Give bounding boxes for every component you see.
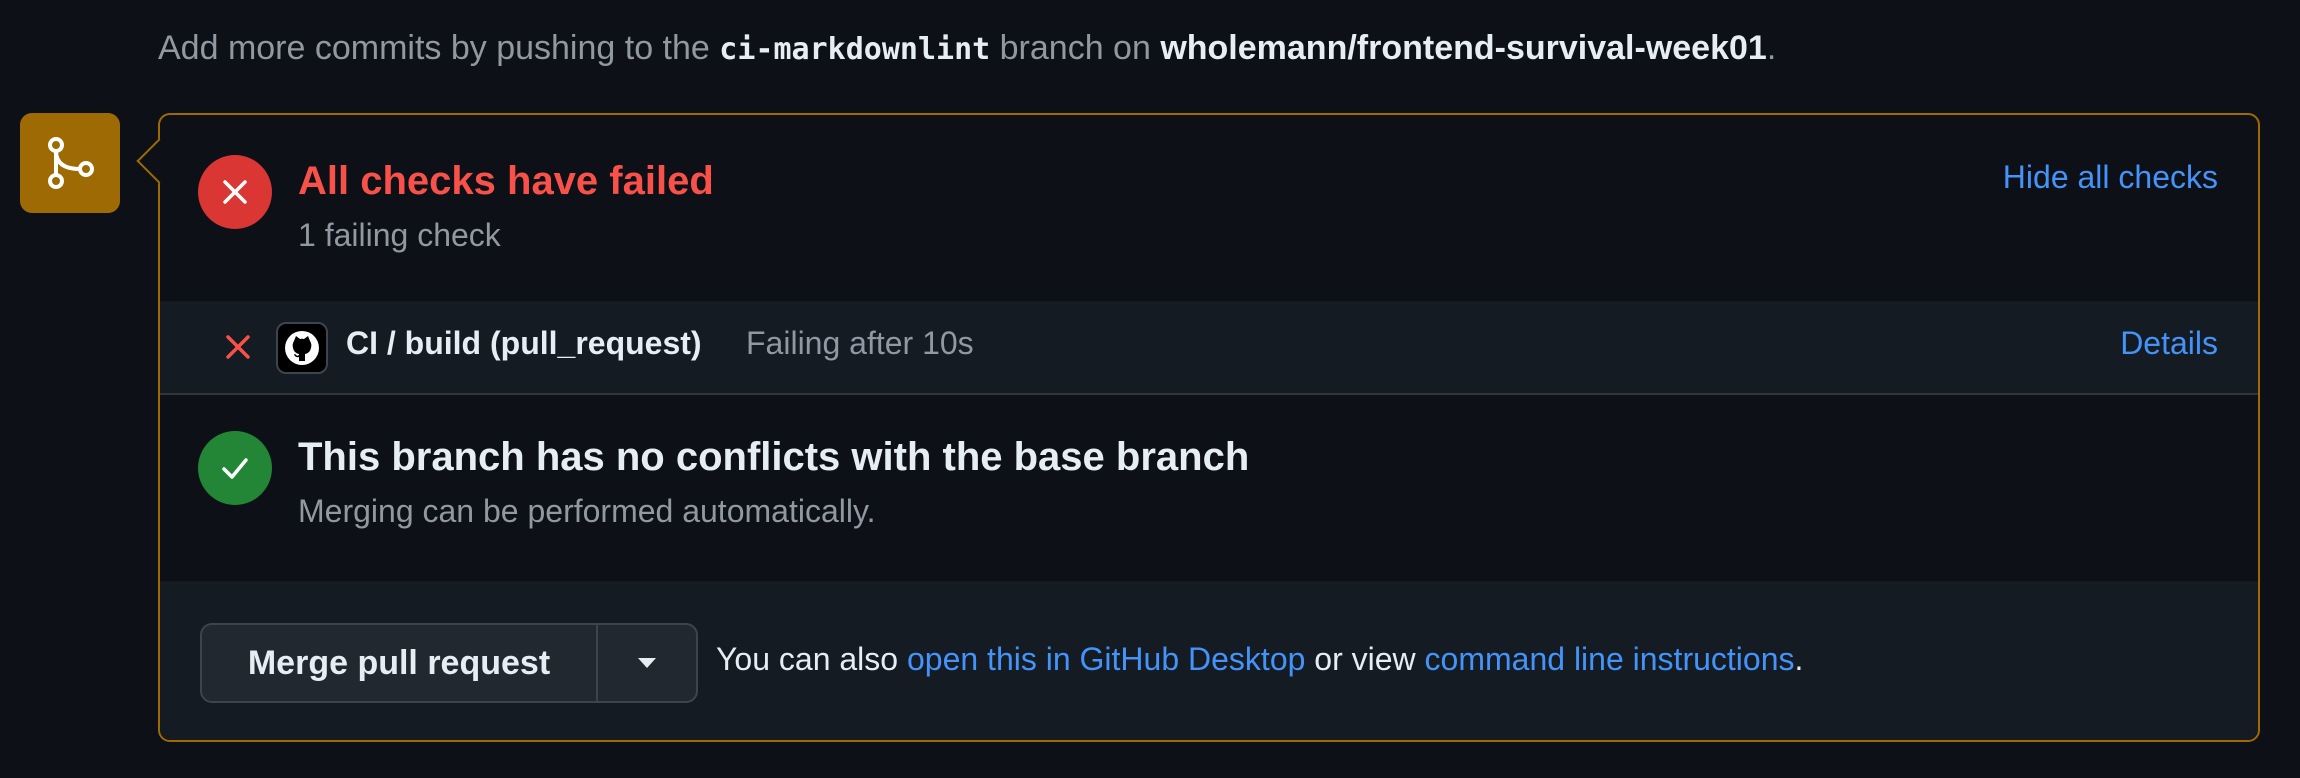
check-status: Failing after 10s (746, 325, 974, 361)
check-name: CI / build (pull_request) (346, 325, 702, 361)
checks-title: All checks have failed (298, 159, 714, 203)
conflicts-subtitle: Merging can be performed automatically. (298, 493, 876, 529)
push-hint-suffix: . (1766, 29, 1777, 67)
open-in-desktop-link[interactable]: open this in GitHub Desktop (907, 641, 1305, 677)
command-line-instructions-link[interactable]: command line instructions (1425, 641, 1795, 677)
x-circle-icon (198, 155, 272, 229)
conflicts-title: This branch has no conflicts with the ba… (298, 435, 1250, 479)
git-merge-icon (20, 113, 120, 213)
push-hint-middle: branch on (990, 29, 1161, 67)
merge-hint-prefix: You can also (716, 641, 907, 677)
merge-pull-request-button[interactable]: Merge pull request (202, 625, 598, 701)
repo-name: wholemann/frontend-survival-week01 (1160, 29, 1767, 67)
triangle-down-icon (638, 658, 656, 668)
details-link[interactable]: Details (2120, 325, 2218, 362)
merge-hint-suffix: . (1794, 641, 1804, 677)
merge-method-dropdown[interactable] (598, 625, 696, 701)
merge-box: All checks have failed 1 failing check H… (136, 113, 2260, 742)
push-hint: Add more commits by pushing to the ci-ma… (158, 22, 1776, 76)
checks-subtitle: 1 failing check (298, 217, 501, 253)
merge-button-group: Merge pull request (200, 623, 698, 703)
push-hint-prefix: Add more commits by pushing to the (158, 29, 720, 67)
merge-actions: Merge pull request You can also open thi… (160, 581, 2258, 740)
hide-all-checks-link[interactable]: Hide all checks (2003, 159, 2218, 196)
branch-name: ci-markdownlint (719, 32, 991, 67)
github-logo-icon (276, 322, 328, 374)
conflicts-summary: This branch has no conflicts with the ba… (160, 393, 2258, 583)
check-row: CI / build (pull_request) Failing after … (160, 301, 2258, 395)
x-icon (222, 331, 254, 368)
check-circle-icon (198, 431, 272, 505)
merge-hint: You can also open this in GitHub Desktop… (716, 641, 1803, 678)
merge-hint-middle: or view (1305, 641, 1425, 677)
checks-summary: All checks have failed 1 failing check H… (160, 115, 2258, 303)
